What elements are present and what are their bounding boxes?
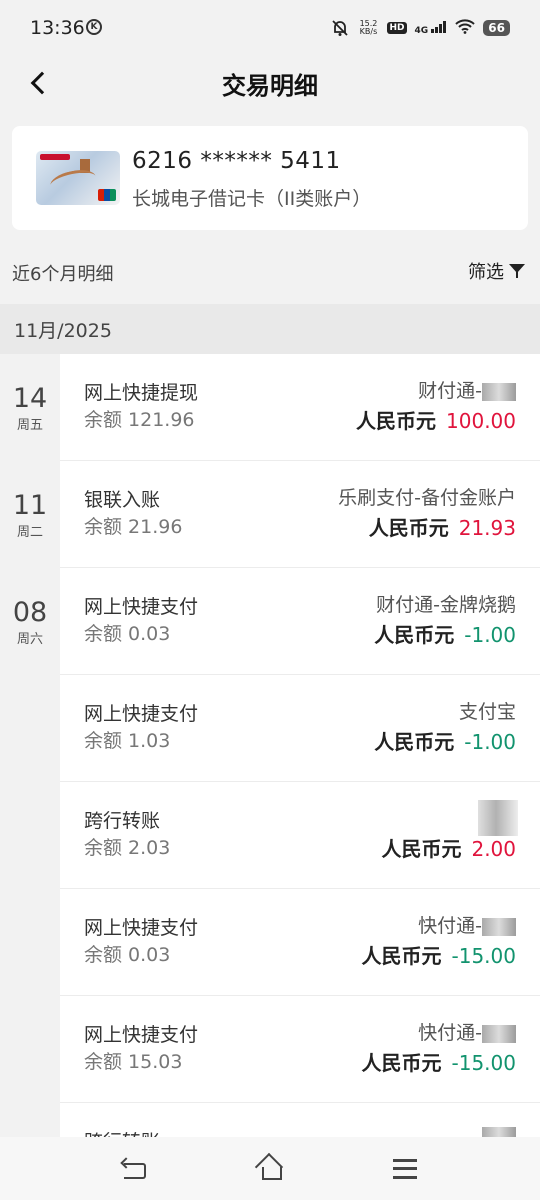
- signal-icon: 4G: [415, 20, 448, 36]
- counterparty: 财付通-: [418, 376, 516, 403]
- network-speed: 15.2 KB/s: [359, 19, 378, 36]
- home-icon[interactable]: [256, 1155, 284, 1181]
- amount: 人民币元 100.00: [356, 409, 516, 433]
- month-header: 11月/2025: [0, 304, 540, 354]
- amount: 人民币元 21.93: [368, 516, 516, 540]
- balance: 余额 15.03: [84, 1051, 183, 1073]
- transaction-title: 网上快捷支付: [84, 703, 199, 725]
- filter-label: 筛选: [468, 262, 504, 283]
- amount: 人民币元 -1.00: [374, 730, 516, 754]
- transaction-row[interactable]: 跨行转账: [60, 1103, 540, 1137]
- balance: 余额 21.96: [84, 516, 183, 538]
- counterparty: 支付宝: [458, 701, 516, 723]
- balance: 余额 2.03: [84, 837, 171, 859]
- range-label: 近6个月明细: [12, 264, 114, 285]
- amount: 人民币元 2.00: [381, 837, 516, 861]
- filter-bar: 近6个月明细 筛选: [0, 244, 540, 300]
- transaction-row[interactable]: 网上快捷支付 余额 1.03 支付宝 人民币元 -1.00: [60, 675, 540, 782]
- transaction-title: 跨行转账: [84, 810, 161, 832]
- date-day: 11: [12, 490, 48, 521]
- bank-logo: [40, 154, 70, 160]
- transaction-row[interactable]: 跨行转账 余额 2.03 人民币元 2.00: [60, 782, 540, 889]
- transaction-list[interactable]: 14 周五 11 周二 08 周六 网上快捷提现 余额 121.96 财付通- 人…: [0, 354, 540, 1137]
- card-name: 长城电子借记卡（II类账户）: [132, 188, 372, 210]
- nav-bar: 交易明细: [0, 56, 540, 116]
- amount: 人民币元 -1.00: [374, 623, 516, 647]
- balance: 余额 1.03: [84, 730, 171, 752]
- counterparty: 财付通-金牌烧鹅: [376, 594, 516, 616]
- date-day: 08: [12, 597, 48, 628]
- date-group: 14 周五: [0, 383, 60, 434]
- redacted-blur: [482, 1024, 516, 1043]
- status-icons: 15.2 KB/s HD 4G 66: [331, 18, 510, 38]
- transaction-row[interactable]: 网上快捷支付 余额 15.03 快付通- 人民币元 -15.00: [60, 996, 540, 1103]
- unionpay-logo: [98, 189, 116, 201]
- status-bar: 13:36 K 15.2 KB/s HD 4G 66: [0, 0, 540, 56]
- date-weekday: 周五: [16, 418, 43, 433]
- transaction-title: 银联入账: [84, 489, 161, 511]
- transaction-row[interactable]: 网上快捷支付 余额 0.03 快付通- 人民币元 -15.00: [60, 889, 540, 996]
- amount: 人民币元 -15.00: [361, 1051, 516, 1075]
- mute-bell-icon: [331, 19, 349, 37]
- redacted-blur: [482, 917, 516, 936]
- system-nav-bar: [0, 1137, 540, 1200]
- status-time: 13:36: [30, 17, 85, 39]
- bank-card[interactable]: 6216 ****** 5411 长城电子借记卡（II类账户）: [12, 126, 528, 230]
- battery-icon: 66: [483, 20, 510, 36]
- transaction-title: 网上快捷支付: [84, 917, 199, 939]
- month-label: 11月/2025: [14, 320, 112, 342]
- transaction-title: 网上快捷提现: [84, 382, 199, 404]
- funnel-icon: [508, 262, 526, 280]
- date-group: 08 周六: [0, 597, 60, 648]
- redacted-blur: [482, 1127, 516, 1137]
- date-group: 11 周二: [0, 490, 60, 541]
- card-number: 6216 ****** 5411: [132, 148, 341, 174]
- transaction-rows: 网上快捷提现 余额 121.96 财付通- 人民币元 100.00 银联入账 余额 2…: [60, 354, 540, 1137]
- date-column: 14 周五 11 周二 08 周六: [0, 354, 60, 1137]
- redacted-blur: [482, 382, 516, 401]
- card-image: [36, 151, 120, 205]
- page-title: 交易明细: [222, 72, 318, 100]
- transaction-row[interactable]: 银联入账 余额 21.96 乐刷支付-备付金账户 人民币元 21.93: [60, 461, 540, 568]
- transaction-row[interactable]: 网上快捷提现 余额 121.96 财付通- 人民币元 100.00: [60, 354, 540, 461]
- date-weekday: 周二: [16, 525, 43, 540]
- great-wall-graphic: [48, 166, 98, 196]
- balance: 余额 0.03: [84, 623, 171, 645]
- transaction-title: 跨行转账: [84, 1127, 160, 1137]
- redacted-blur: [478, 800, 518, 836]
- date-day: 14: [12, 383, 48, 414]
- menu-icon[interactable]: [393, 1159, 417, 1179]
- balance: 余额 0.03: [84, 944, 171, 966]
- balance: 余额 121.96: [84, 409, 195, 431]
- counterparty: 乐刷支付-备付金账户: [338, 487, 516, 509]
- transaction-title: 网上快捷支付: [84, 1024, 199, 1046]
- counterparty: 快付通-: [418, 911, 516, 938]
- date-weekday: 周六: [16, 632, 43, 647]
- filter-button[interactable]: 筛选: [468, 258, 526, 284]
- amount: 人民币元 -15.00: [361, 944, 516, 968]
- counterparty: 快付通-: [418, 1018, 516, 1045]
- wifi-icon: [455, 18, 475, 38]
- back-nav-icon[interactable]: [120, 1157, 148, 1179]
- app-notification-icon: K: [86, 19, 102, 35]
- transaction-title: 网上快捷支付: [84, 596, 199, 618]
- hd-icon: HD: [387, 22, 407, 34]
- transaction-row[interactable]: 网上快捷支付 余额 0.03 财付通-金牌烧鹅 人民币元 -1.00: [60, 568, 540, 675]
